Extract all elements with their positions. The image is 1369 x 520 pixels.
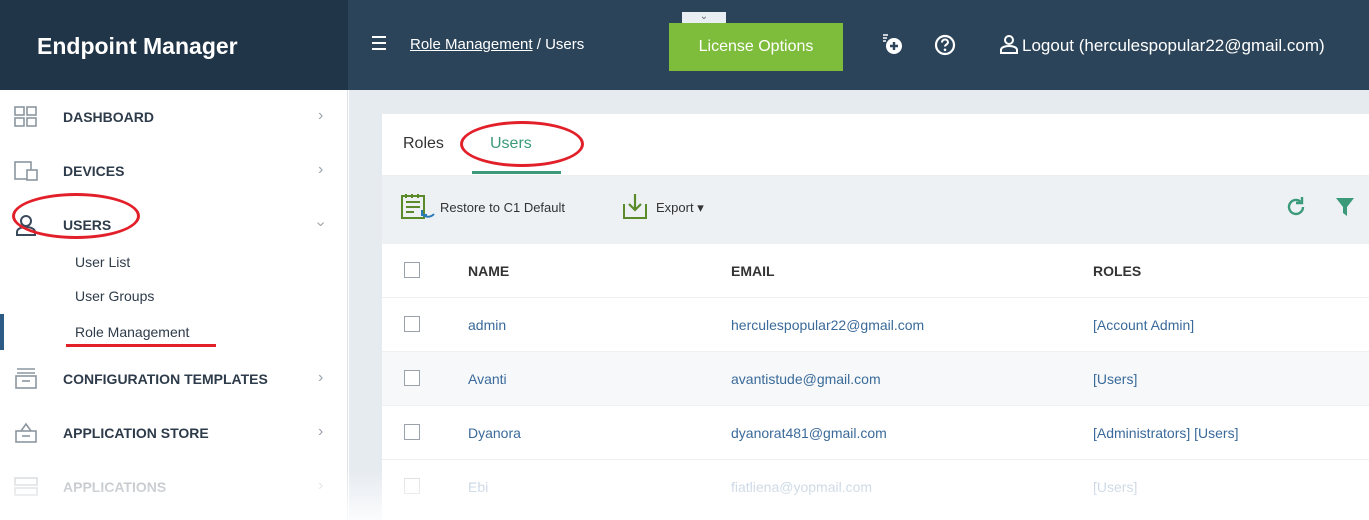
filter-icon[interactable] <box>1335 196 1355 218</box>
row-checkbox[interactable] <box>404 316 420 332</box>
applications-icon <box>14 477 38 496</box>
tab-roles[interactable]: Roles <box>403 135 444 153</box>
sidebar-item-dashboard[interactable]: DASHBOARD › <box>0 90 348 144</box>
user-name-link[interactable]: admin <box>468 317 506 333</box>
sidebar-item-configuration-templates[interactable]: CONFIGURATION TEMPLATES › <box>0 352 348 406</box>
sidebar-subitem-user-list[interactable]: User List <box>0 244 348 280</box>
column-header-name[interactable]: NAME <box>468 263 509 279</box>
breadcrumb-role-management[interactable]: Role Management <box>410 36 533 53</box>
chevron-down-icon: › <box>312 221 330 227</box>
toolbar: Restore to C1 Default Export ▾ <box>382 176 1369 244</box>
breadcrumb: Role Management / Users <box>410 36 584 53</box>
active-tab-indicator <box>472 171 561 174</box>
chevron-right-icon: › <box>318 369 324 386</box>
devices-icon <box>14 161 38 181</box>
sidebar-item-devices[interactable]: DEVICES › <box>0 144 348 198</box>
logout-label: Logout (herculespopular22@gmail.com) <box>1022 36 1325 55</box>
table-row: Ebi fiatliena@yopmail.com [Users] <box>382 460 1369 514</box>
column-header-email[interactable]: EMAIL <box>731 263 775 279</box>
user-email-link[interactable]: fiatliena@yopmail.com <box>731 479 872 495</box>
user-roles-link[interactable]: [Account Admin] <box>1093 317 1194 333</box>
sidebar-subitem-role-management[interactable]: Role Management <box>0 314 348 350</box>
user-name-link[interactable]: Dyanora <box>468 425 521 441</box>
templates-icon <box>15 368 37 389</box>
user-name-link[interactable]: Avanti <box>468 371 507 387</box>
restore-icon[interactable] <box>400 192 436 224</box>
chevron-right-icon: › <box>318 107 324 124</box>
table-header-row: NAME EMAIL ROLES <box>382 244 1369 298</box>
sidebar-item-label: DEVICES <box>63 163 125 179</box>
table-row: admin herculespopular22@gmail.com [Accou… <box>382 298 1369 352</box>
sidebar: DASHBOARD › DEVICES › USERS › User List … <box>0 90 348 520</box>
row-checkbox[interactable] <box>404 478 420 494</box>
user-name-link[interactable]: Ebi <box>468 479 488 495</box>
sidebar-item-applications[interactable]: APPLICATIONS › <box>0 460 348 514</box>
user-email-link[interactable]: herculespopular22@gmail.com <box>731 317 924 333</box>
restore-default-button[interactable]: Restore to C1 Default <box>440 200 565 215</box>
license-options-button[interactable]: License Options <box>669 23 843 71</box>
tab-users[interactable]: Users <box>490 135 532 153</box>
user-roles-link[interactable]: [Users] <box>1093 371 1137 387</box>
column-header-roles[interactable]: ROLES <box>1093 263 1141 279</box>
store-icon <box>15 422 37 443</box>
help-icon[interactable] <box>933 33 957 57</box>
user-roles-link[interactable]: [Administrators] [Users] <box>1093 425 1238 441</box>
user-roles-link[interactable]: [Users] <box>1093 479 1137 495</box>
user-icon <box>1000 35 1018 54</box>
add-notification-icon[interactable] <box>880 33 904 57</box>
main-content: Roles Users Restore to C1 Default Export… <box>349 90 1369 520</box>
sidebar-item-label: USERS <box>63 217 112 233</box>
menu-icon[interactable] <box>372 36 386 50</box>
chevron-right-icon: › <box>318 423 324 440</box>
chevron-right-icon: › <box>318 161 324 178</box>
chevron-right-icon: › <box>318 477 324 494</box>
sidebar-subitem-label: User Groups <box>75 288 155 304</box>
users-panel: Roles Users Restore to C1 Default Export… <box>382 114 1369 520</box>
table-row: Avanti avantistude@gmail.com [Users] <box>382 352 1369 406</box>
top-header: Endpoint Manager ⌄ Role Management / Use… <box>0 0 1369 90</box>
user-email-link[interactable]: dyanorat481@gmail.com <box>731 425 887 441</box>
row-checkbox[interactable] <box>404 370 420 386</box>
breadcrumb-separator: / <box>532 36 546 53</box>
sidebar-item-application-store[interactable]: APPLICATION STORE › <box>0 406 348 460</box>
sidebar-subitem-label: Role Management <box>75 324 190 340</box>
row-checkbox[interactable] <box>404 424 420 440</box>
breadcrumb-current: Users <box>545 36 585 53</box>
sidebar-item-label: CONFIGURATION TEMPLATES <box>63 371 268 387</box>
refresh-icon[interactable] <box>1285 196 1307 218</box>
sidebar-subitem-label: User List <box>75 254 131 270</box>
user-icon <box>16 215 36 236</box>
user-email-link[interactable]: avantistude@gmail.com <box>731 371 881 387</box>
app-title: Endpoint Manager <box>0 0 348 90</box>
caret-down-icon: ▾ <box>697 200 704 215</box>
export-label: Export <box>656 200 694 215</box>
sidebar-item-label: APPLICATIONS <box>63 479 167 495</box>
export-icon[interactable] <box>622 192 648 220</box>
tab-bar: Roles Users <box>382 114 1369 176</box>
logout-link[interactable]: Logout (herculespopular22@gmail.com) <box>999 34 1325 56</box>
dashboard-icon <box>14 106 37 127</box>
sidebar-subitem-user-groups[interactable]: User Groups <box>0 278 348 314</box>
table-row: Dyanora dyanorat481@gmail.com [Administr… <box>382 406 1369 460</box>
sidebar-item-label: APPLICATION STORE <box>63 425 209 441</box>
export-dropdown[interactable]: Export ▾ <box>656 200 704 216</box>
sidebar-item-label: DASHBOARD <box>63 109 154 125</box>
select-all-checkbox[interactable] <box>404 262 420 278</box>
